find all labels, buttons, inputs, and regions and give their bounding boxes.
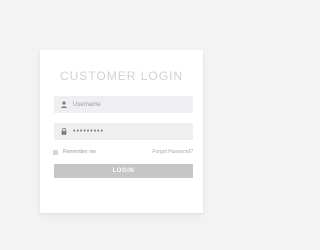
- remember-label: Remember me: [63, 149, 97, 155]
- remember-checkbox[interactable]: [53, 149, 58, 155]
- page-title: CUSTOMER LOGIN: [59, 69, 184, 83]
- login-card: CUSTOMER LOGIN Username ••••••••• Rememb…: [40, 50, 203, 213]
- login-button[interactable]: LOGIN: [54, 164, 193, 178]
- username-field[interactable]: Username: [54, 96, 193, 113]
- password-value: •••••••••: [73, 128, 105, 135]
- username-placeholder: Username: [73, 101, 101, 108]
- lock-icon: [57, 128, 71, 135]
- remember-me[interactable]: Remember me: [53, 149, 96, 155]
- password-field[interactable]: •••••••••: [54, 123, 193, 140]
- forgot-password-link[interactable]: Forgot Password?: [152, 149, 193, 155]
- user-icon: [57, 101, 71, 108]
